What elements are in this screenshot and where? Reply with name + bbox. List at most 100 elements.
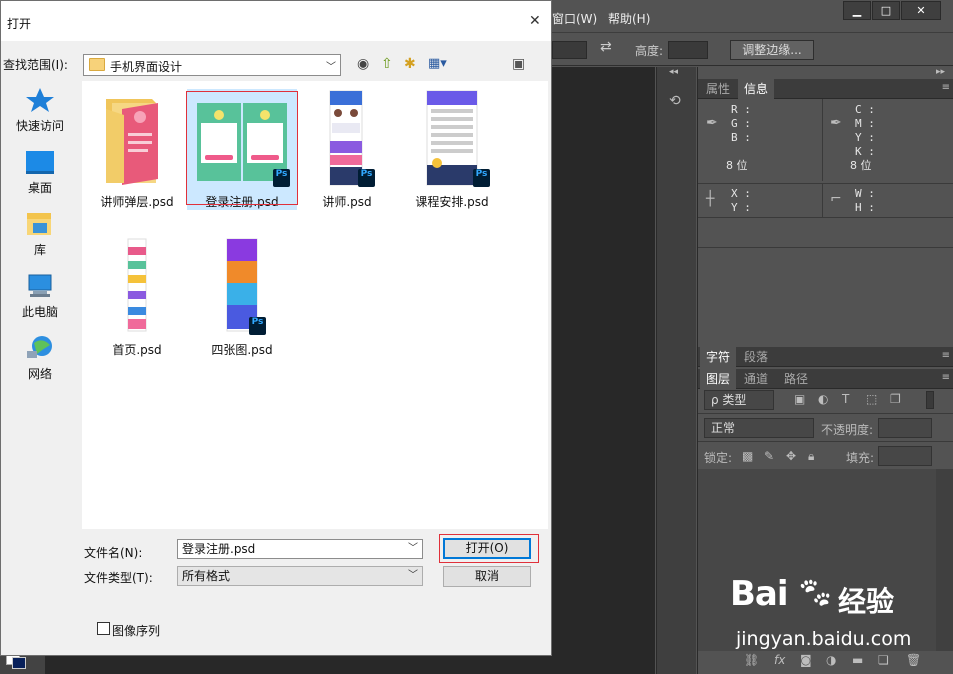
panel-menu-icon[interactable]: ≡	[942, 82, 950, 93]
new-folder-icon[interactable]: ✱	[404, 56, 416, 72]
up-folder-icon[interactable]: ⇧	[381, 56, 393, 72]
info-y2: Y :	[731, 201, 751, 214]
foreground-color-swatch[interactable]	[12, 657, 26, 669]
psd-thumbnail-icon	[127, 238, 147, 332]
layer-filter-dropdown[interactable]: ρ 类型	[704, 390, 774, 410]
place-this-pc[interactable]: 此电脑	[1, 273, 79, 320]
file-name: 讲师.psd	[322, 195, 372, 209]
cancel-button[interactable]: 取消	[443, 566, 531, 587]
filter-adjustment-icon[interactable]: ◐	[818, 392, 828, 406]
network-icon	[27, 336, 52, 358]
filename-input[interactable]: 登录注册.psd ﹀	[177, 539, 423, 559]
look-in-dropdown[interactable]: 手机界面设计 ﹀	[83, 54, 341, 76]
swap-icon[interactable]: ⇄	[600, 39, 612, 55]
info-divider-2	[822, 183, 823, 217]
layers-divider-2	[698, 441, 953, 442]
computer-icon	[28, 274, 52, 297]
dialog-close-icon[interactable]: ✕	[529, 13, 541, 29]
ps-badge-icon: Ps	[358, 169, 375, 187]
add-mask-icon[interactable]: ◙	[800, 653, 812, 667]
filter-toggle[interactable]	[926, 391, 934, 409]
filter-shape-icon[interactable]: ⬚	[866, 392, 877, 406]
menu-window[interactable]: 窗口(W)	[552, 10, 597, 27]
panel-menu-icon-3[interactable]: ≡	[942, 372, 950, 383]
tab-channels[interactable]: 通道	[738, 369, 774, 389]
tab-info[interactable]: 信息	[738, 79, 775, 99]
file-item[interactable]: 讲师弹层.psd	[82, 89, 192, 210]
file-thumbnail	[82, 237, 192, 341]
fill-field[interactable]	[878, 446, 932, 466]
width-field[interactable]	[552, 41, 587, 59]
info-bits-right: 8 位	[850, 159, 872, 172]
lock-all-icon[interactable]: 🔒︎	[808, 449, 814, 464]
file-item[interactable]: Ps 课程安排.psd	[397, 89, 507, 210]
dialog-titlebar[interactable]: 打开 ✕	[1, 1, 551, 41]
info-x: X :	[731, 187, 751, 200]
height-label: 高度:	[635, 44, 664, 58]
options-bar: ⇄ 高度: 调整边缘...	[552, 32, 953, 66]
file-thumbnail	[82, 89, 192, 193]
view-menu-icon[interactable]: ▦▾	[428, 56, 447, 71]
place-library[interactable]: 库	[1, 211, 79, 258]
info-m: M :	[855, 117, 875, 130]
blend-mode-dropdown[interactable]: 正常	[704, 418, 814, 438]
place-network[interactable]: 网络	[1, 335, 79, 382]
back-icon[interactable]: ◉	[357, 56, 369, 72]
new-group-icon[interactable]: ▬	[852, 653, 863, 667]
info-h: H :	[855, 201, 875, 214]
filter-type-icon[interactable]: T	[842, 392, 849, 406]
filetype-dropdown[interactable]: 所有格式 ﹀	[177, 566, 423, 586]
fx-icon[interactable]: fx	[774, 653, 785, 667]
chevron-down-icon[interactable]: ﹀	[326, 58, 336, 73]
file-item[interactable]: 首页.psd	[82, 237, 192, 358]
tab-character[interactable]: 字符	[700, 347, 737, 367]
height-field[interactable]	[668, 41, 708, 59]
link-layers-icon[interactable]: ⛓	[744, 653, 759, 667]
filter-smart-object-icon[interactable]: ❐	[890, 392, 901, 406]
lock-image-icon[interactable]: ✎	[764, 449, 774, 463]
collapse-arrows-icon[interactable]: ◂◂	[669, 67, 678, 77]
file-item[interactable]: Ps 四张图.psd	[187, 237, 297, 358]
tab-properties[interactable]: 属性	[700, 79, 736, 99]
panel-menu-icon-2[interactable]: ≡	[942, 350, 950, 361]
new-layer-icon[interactable]: ❏	[878, 653, 889, 667]
tab-layers[interactable]: 图层	[700, 369, 737, 389]
menu-help[interactable]: 帮助(H)	[608, 10, 650, 27]
file-list[interactable]: 讲师弹层.psd Ps 登录注册.psd Ps 讲师.psd Ps 课程安排.p…	[82, 81, 548, 529]
trash-icon[interactable]: 🗑︎	[906, 653, 921, 667]
opacity-field[interactable]	[878, 418, 932, 438]
desktop-shortcut-icon[interactable]: ▣	[512, 56, 525, 72]
lock-transparent-icon[interactable]: ▩	[742, 449, 753, 463]
watermark-brand-2: 经验	[838, 585, 895, 618]
info-g: G :	[731, 117, 751, 130]
psd-thumbnail-icon	[426, 90, 478, 186]
maximize-button[interactable]: □	[872, 1, 900, 20]
layers-panel-tabs: 图层 通道 路径 ≡	[698, 369, 953, 389]
crosshair-icon: ┼	[706, 191, 715, 207]
info-y: Y :	[855, 131, 875, 144]
chevron-down-icon[interactable]: ﹀	[408, 540, 418, 558]
lock-position-icon[interactable]: ✥	[786, 449, 796, 463]
desktop-icon	[26, 151, 54, 174]
tab-paths[interactable]: 路径	[778, 369, 814, 389]
file-name: 四张图.psd	[211, 343, 273, 357]
filetype-value: 所有格式	[182, 569, 231, 583]
psd-thumbnail-icon	[329, 90, 363, 186]
close-window-button[interactable]: ✕	[901, 1, 941, 20]
tab-paragraph[interactable]: 段落	[738, 347, 774, 367]
filter-pixel-icon[interactable]: ▣	[794, 392, 805, 406]
refine-edge-button[interactable]: 调整边缘...	[730, 40, 814, 60]
expand-arrows-icon[interactable]: ▸▸	[936, 67, 945, 77]
adjustment-layer-icon[interactable]: ◑	[826, 653, 836, 667]
history-icon[interactable]: ⟲	[669, 93, 681, 109]
place-quick-access[interactable]: 快速访问	[1, 87, 79, 134]
ps-badge-icon: Ps	[249, 317, 266, 335]
info-w: W :	[855, 187, 875, 200]
minimize-button[interactable]: ▁	[843, 1, 871, 20]
file-item[interactable]: Ps 讲师.psd	[292, 89, 402, 210]
place-desktop[interactable]: 桌面	[1, 149, 79, 196]
info-divider-h3	[698, 247, 953, 248]
image-sequence-checkbox[interactable]	[97, 622, 110, 635]
chevron-down-icon[interactable]: ﹀	[408, 567, 418, 585]
fill-label: 填充:	[846, 451, 875, 465]
